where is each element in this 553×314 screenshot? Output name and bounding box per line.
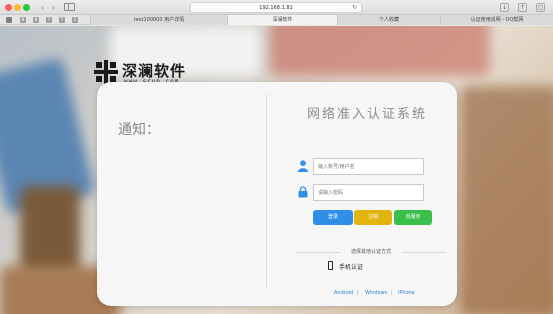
divider-right xyxy=(398,252,446,253)
phone-auth-link[interactable]: 手机认证 xyxy=(339,262,363,271)
footer-separator: | xyxy=(357,290,359,296)
background-books xyxy=(270,26,490,76)
user-icon xyxy=(298,160,308,172)
sidebar-icon[interactable] xyxy=(64,3,75,11)
logout-button[interactable]: 注销 xyxy=(354,210,392,225)
footer-separator: | xyxy=(391,290,393,296)
window-close-button[interactable] xyxy=(5,4,12,11)
username-input[interactable] xyxy=(313,158,424,175)
login-card: 通知： 网络准入认证系统 登录 注销 自服务 选择其他认证方式 手机认证 And… xyxy=(97,82,457,306)
notice-label: 通知： xyxy=(118,122,160,138)
card-divider xyxy=(266,94,267,289)
tab-label: test100000 用户详情 xyxy=(133,17,185,23)
tab-strip: test100000 用户详情 深澜软件 个人收藏 认证使用说明 - OQ帮网 xyxy=(0,15,553,25)
background-bookshelf xyxy=(460,86,553,314)
other-methods-label: 选择其他认证方式 xyxy=(340,248,402,255)
login-button[interactable]: 登录 xyxy=(313,210,353,225)
back-icon[interactable]: ‹ xyxy=(38,3,47,12)
tab-label: 深澜软件 xyxy=(272,17,293,23)
browser-titlebar: ‹ › 192.168.1.81 ↻ ↓ ↑ ▢ xyxy=(0,0,553,15)
url-text: 192.168.1.81 xyxy=(259,5,293,11)
windows-link[interactable]: Windows xyxy=(365,290,387,296)
divider-left xyxy=(296,252,344,253)
page-title: 网络准入认证系统 xyxy=(306,107,427,122)
download-icon[interactable]: ↓ xyxy=(500,3,509,12)
background-cup xyxy=(20,186,80,276)
forward-icon[interactable]: › xyxy=(49,3,58,12)
share-icon[interactable]: ↑ xyxy=(518,3,527,12)
window-maximize-button[interactable] xyxy=(23,4,30,11)
tab-favorites[interactable]: 个人收藏 xyxy=(337,15,440,25)
tab-srun[interactable]: 深澜软件 xyxy=(227,15,337,25)
tab-label: 认证使用说明 - OQ帮网 xyxy=(470,17,524,23)
password-input[interactable] xyxy=(313,184,424,201)
lock-icon xyxy=(298,186,308,198)
reload-icon[interactable]: ↻ xyxy=(352,3,357,13)
iphone-link[interactable]: iPhone xyxy=(398,290,415,296)
tabs-overview-icon[interactable]: ▢ xyxy=(536,3,545,12)
tab-auth-guide[interactable]: 认证使用说明 - OQ帮网 xyxy=(440,15,553,25)
android-link[interactable]: Android xyxy=(334,290,353,296)
window-minimize-button[interactable] xyxy=(14,4,21,11)
self-service-button[interactable]: 自服务 xyxy=(394,210,432,225)
address-bar[interactable]: 192.168.1.81 ↻ xyxy=(190,2,362,13)
phone-icon[interactable] xyxy=(328,261,333,270)
tab-user-detail[interactable]: test100000 用户详情 xyxy=(90,15,227,25)
tab-label: 个人收藏 xyxy=(378,17,399,23)
